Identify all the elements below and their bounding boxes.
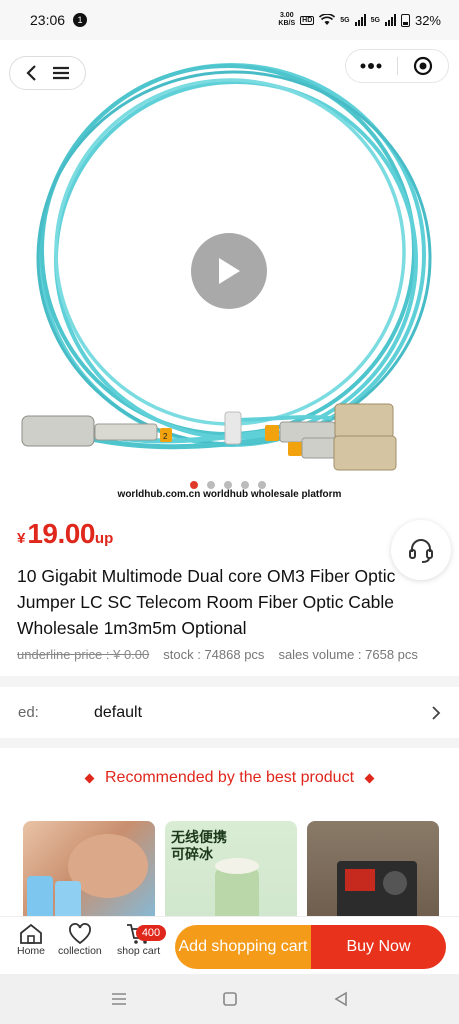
recommend-title: Recommended by the best product [0, 769, 459, 787]
recommend-title-text: Recommended by the best product [104, 769, 355, 786]
recommend-list: 无线便携 可碎冰 [23, 821, 439, 931]
chevron-right-icon [432, 705, 441, 720]
hd-badge: HD [300, 15, 315, 25]
carousel-dot[interactable] [224, 481, 232, 489]
signal-icon [354, 14, 366, 26]
signal-icon [384, 14, 396, 26]
headset-icon [409, 539, 433, 563]
spec-label: ed: [18, 704, 39, 721]
network-speed: 3.00 KB/S [278, 12, 295, 28]
home-icon [20, 923, 42, 944]
price-suffix: up [94, 530, 114, 547]
more-button[interactable] [346, 50, 397, 82]
sim1-label: 5G [340, 16, 350, 24]
network-speed-unit: KB/S [278, 20, 296, 27]
status-time: 23:06 [30, 12, 66, 28]
bottom-action-bar: Home collection shop cart 400 Add shoppi… [0, 916, 459, 974]
collection-tab[interactable]: collection [58, 923, 102, 957]
product-detail-page: 23:06 1 3.00 KB/S HD 5G 5G 32% 2 worldhu… [0, 0, 459, 1024]
system-navigation-bar [0, 974, 459, 1024]
svg-text:2: 2 [163, 432, 168, 441]
diamond-icon [84, 773, 95, 783]
diamond-icon [364, 773, 375, 783]
price-currency: ¥ [17, 530, 26, 547]
price: ¥ 19.00 up [17, 518, 113, 550]
capsule-menu [345, 49, 449, 83]
hamburger-icon [52, 66, 69, 80]
heart-icon [68, 923, 91, 945]
carousel-dot[interactable] [258, 481, 266, 489]
product-info: ¥ 19.00 up 10 Gigabit Multimode Dual cor… [0, 508, 459, 676]
close-miniprogram-button[interactable] [398, 50, 449, 82]
recommend-card[interactable] [307, 821, 439, 931]
carousel-dot[interactable] [241, 481, 249, 489]
status-icons: 3.00 KB/S HD 5G 5G 32% [278, 12, 441, 28]
recommend-section: Recommended by the best product 无线便携 可碎冰 [0, 748, 459, 931]
notification-count-badge: 1 [73, 13, 88, 27]
back-nav-icon[interactable] [333, 991, 349, 1007]
back-button[interactable] [25, 64, 37, 82]
chevron-left-icon [26, 65, 37, 81]
home-label: Home [17, 945, 46, 957]
more-dots-icon [360, 63, 382, 69]
recommend-card[interactable]: 无线便携 可碎冰 [165, 821, 297, 931]
image-watermark: worldhub.com.cn worldhub wholesale platf… [117, 489, 342, 500]
price-value: 19.00 [27, 518, 95, 549]
status-bar: 23:06 1 3.00 KB/S HD 5G 5G 32% [0, 0, 459, 40]
spec-selector[interactable]: ed: default [0, 687, 459, 738]
buy-now-button[interactable]: Buy Now [311, 925, 446, 969]
spec-value: default [94, 703, 143, 721]
battery-percent: 32% [414, 12, 441, 28]
home-nav-icon[interactable] [222, 991, 238, 1007]
target-close-icon [413, 56, 432, 76]
product-thumbnail [337, 861, 417, 921]
wifi-icon [319, 14, 336, 25]
recent-apps-icon[interactable] [111, 992, 127, 1006]
menu-button[interactable] [52, 66, 70, 80]
add-to-cart-button[interactable]: Add shopping cart [175, 925, 311, 969]
sales-volume: sales volume : 7658 pcs [278, 647, 418, 662]
carousel-dot[interactable] [207, 481, 215, 489]
carousel-dot[interactable] [190, 481, 198, 489]
collection-label: collection [58, 945, 102, 957]
stock: stock : 74868 pcs [163, 647, 265, 662]
home-tab[interactable]: Home [17, 923, 45, 957]
product-thumbnail [27, 834, 148, 931]
product-thumbnail [215, 858, 259, 926]
video-play-button[interactable] [191, 233, 267, 309]
battery-icon [400, 13, 410, 27]
underline-price: underline price : ¥ 0.00 [17, 647, 150, 662]
product-meta: underline price : ¥ 0.00 stock : 74868 p… [17, 647, 418, 662]
product-image-carousel[interactable]: 2 worldhub.com.cn worldhub wholesale pla… [0, 40, 459, 508]
sim2-label: 5G [370, 16, 380, 24]
play-icon [219, 258, 240, 284]
network-speed-value: 3.00 [279, 12, 294, 19]
cart-count-badge: 400 [136, 925, 166, 941]
cart-label: shop cart [117, 945, 161, 957]
back-menu-pill [9, 56, 86, 90]
recommend-card[interactable] [23, 821, 155, 931]
carousel-indicator [190, 481, 266, 489]
product-title: 10 Gigabit Multimode Dual core OM3 Fiber… [17, 566, 396, 638]
